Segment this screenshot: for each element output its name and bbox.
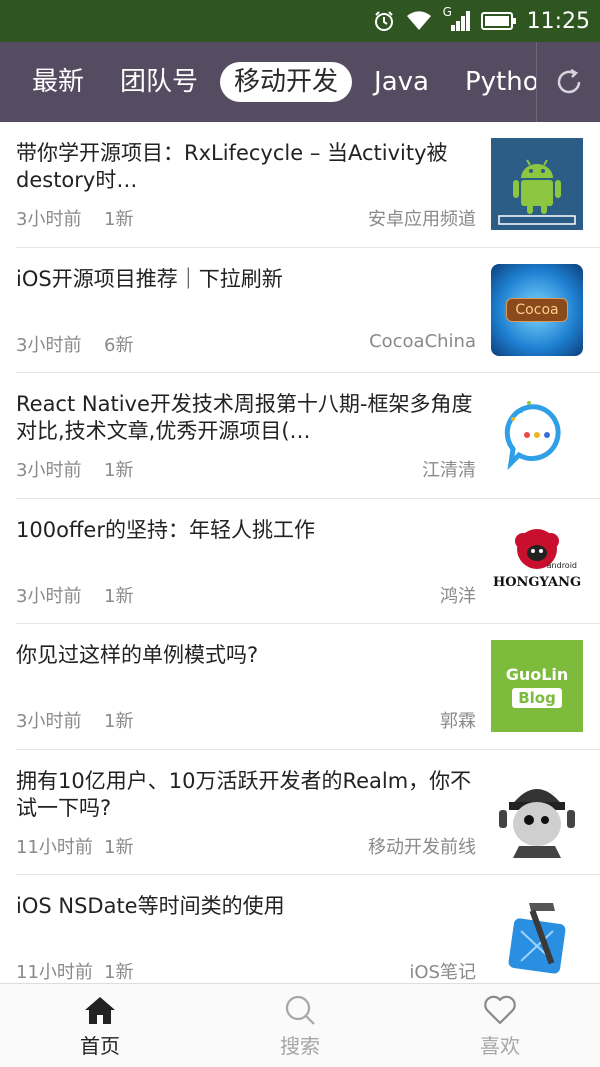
status-time: 11:25	[526, 8, 590, 34]
battery-icon	[480, 12, 516, 30]
article-meta: 3小时前 6新 CocoaChina	[16, 330, 476, 356]
nav-home[interactable]: 首页	[0, 984, 200, 1067]
guolin-blog-text: Blog	[512, 687, 562, 708]
list-item[interactable]: iOS开源项目推荐｜下拉刷新 3小时前 6新 CocoaChina Cocoa	[16, 248, 600, 373]
refresh-button[interactable]	[537, 42, 600, 122]
hongyang-logo-small: android	[546, 560, 577, 570]
article-title: 100offer的坚持：年轻人挑工作	[16, 517, 315, 542]
signal-network-label: G	[442, 5, 452, 19]
article-time: 11小时前	[16, 836, 93, 858]
article-title: React Native开发技术周报第十八期-框架多角度对比,技术文章,优秀开源…	[16, 392, 473, 443]
article-title: iOS开源项目推荐｜下拉刷新	[16, 266, 283, 291]
article-meta: 11小时前 1新 iOS笔记	[16, 958, 476, 983]
alarm-icon	[374, 11, 393, 31]
hongyang-logo-thumbnail: android HONGYANG	[491, 514, 583, 607]
article-title: 拥有10亿用户、10万活跃开发者的Realm，你不试一下吗?	[16, 768, 472, 820]
article-time: 3小时前	[16, 334, 82, 356]
list-item[interactable]: React Native开发技术周报第十八期-框架多角度对比,技术文章,优秀开源…	[16, 373, 600, 499]
status-icons: G 11:25	[373, 0, 590, 42]
home-icon	[85, 996, 115, 1024]
article-source: 鸿洋	[440, 585, 476, 607]
article-source: 安卓应用频道	[368, 209, 476, 230]
article-meta: 3小时前 1新 安卓应用频道	[16, 205, 476, 230]
tab-team[interactable]: 团队号	[106, 62, 212, 102]
status-bar: G 11:25	[0, 0, 600, 42]
hongyang-logo-text: HONGYANG	[492, 574, 582, 590]
article-count: 1新	[104, 460, 134, 481]
refresh-icon	[557, 68, 580, 94]
article-source: 郭霖	[440, 711, 476, 732]
chat-bubble-logo-thumbnail	[491, 389, 583, 481]
list-item[interactable]: 拥有10亿用户、10万活跃开发者的Realm，你不试一下吗? 11小时前 1新 …	[16, 750, 600, 875]
xcode-hammer-icon	[491, 891, 583, 983]
article-meta: 3小时前 1新 鸿洋	[16, 582, 476, 607]
article-source: iOS笔记	[409, 962, 476, 983]
guolin-logo-text: GuoLin	[505, 664, 569, 684]
article-source: CocoaChina	[369, 330, 476, 352]
android-logo-thumbnail	[491, 138, 583, 230]
wifi-icon	[406, 11, 431, 30]
list-item[interactable]: 100offer的坚持：年轻人挑工作 3小时前 1新 鸿洋 android HO…	[16, 499, 600, 624]
nav-home-label: 首页	[80, 1033, 120, 1058]
heart-icon	[484, 995, 516, 1024]
article-source: 移动开发前线	[368, 836, 476, 858]
category-tab-bar: 最新 团队号 移动开发 Java Python	[0, 42, 600, 122]
article-count: 1新	[104, 962, 134, 983]
tab-python[interactable]: Python	[451, 62, 536, 102]
guolin-blog-logo-thumbnail: GuoLin Blog	[491, 640, 583, 732]
article-count: 1新	[104, 836, 134, 858]
article-meta: 3小时前 1新 江清清	[16, 456, 476, 481]
article-feed: 带你学开源项目：RxLifecycle – 当Activity被destory时…	[0, 122, 600, 983]
signal-icon: G	[443, 5, 471, 33]
tab-latest[interactable]: 最新	[18, 62, 98, 102]
category-tabs: 最新 团队号 移动开发 Java Python	[18, 42, 536, 122]
article-meta: 3小时前 1新 郭霖	[16, 707, 476, 732]
nav-search[interactable]: 搜索	[200, 984, 400, 1067]
nav-favorites[interactable]: 喜欢	[400, 984, 600, 1067]
list-item[interactable]: iOS NSDate等时间类的使用 11小时前 1新 iOS笔记	[16, 875, 600, 983]
search-icon	[285, 995, 315, 1025]
article-title: 带你学开源项目：RxLifecycle – 当Activity被destory时…	[16, 141, 448, 192]
article-time: 11小时前	[16, 962, 93, 983]
article-count: 1新	[104, 711, 134, 732]
list-item[interactable]: 带你学开源项目：RxLifecycle – 当Activity被destory时…	[16, 122, 600, 248]
cat-avatar-thumbnail	[491, 765, 583, 858]
article-title: iOS NSDate等时间类的使用	[16, 894, 285, 918]
list-item[interactable]: 你见过这样的单例模式吗? 3小时前 1新 郭霖 GuoLin Blog	[16, 624, 600, 750]
nav-search-label: 搜索	[280, 1033, 320, 1058]
tab-java[interactable]: Java	[360, 62, 443, 102]
article-time: 3小时前	[16, 460, 82, 481]
article-time: 3小时前	[16, 209, 82, 230]
article-time: 3小时前	[16, 711, 82, 732]
cocoa-logo-thumbnail: Cocoa	[491, 263, 583, 356]
bottom-navigation: 首页 搜索 喜欢	[0, 983, 600, 1067]
article-source: 江清清	[422, 460, 476, 481]
article-count: 1新	[104, 209, 134, 230]
article-title: 你见过这样的单例模式吗?	[16, 643, 259, 667]
tab-mobile-dev[interactable]: 移动开发	[220, 62, 353, 102]
article-count: 1新	[104, 585, 134, 607]
nav-favorites-label: 喜欢	[480, 1033, 520, 1058]
article-meta: 11小时前 1新 移动开发前线	[16, 833, 476, 858]
article-time: 3小时前	[16, 585, 82, 607]
article-count: 6新	[104, 334, 134, 356]
cocoa-logo-text: Cocoa	[506, 297, 568, 322]
